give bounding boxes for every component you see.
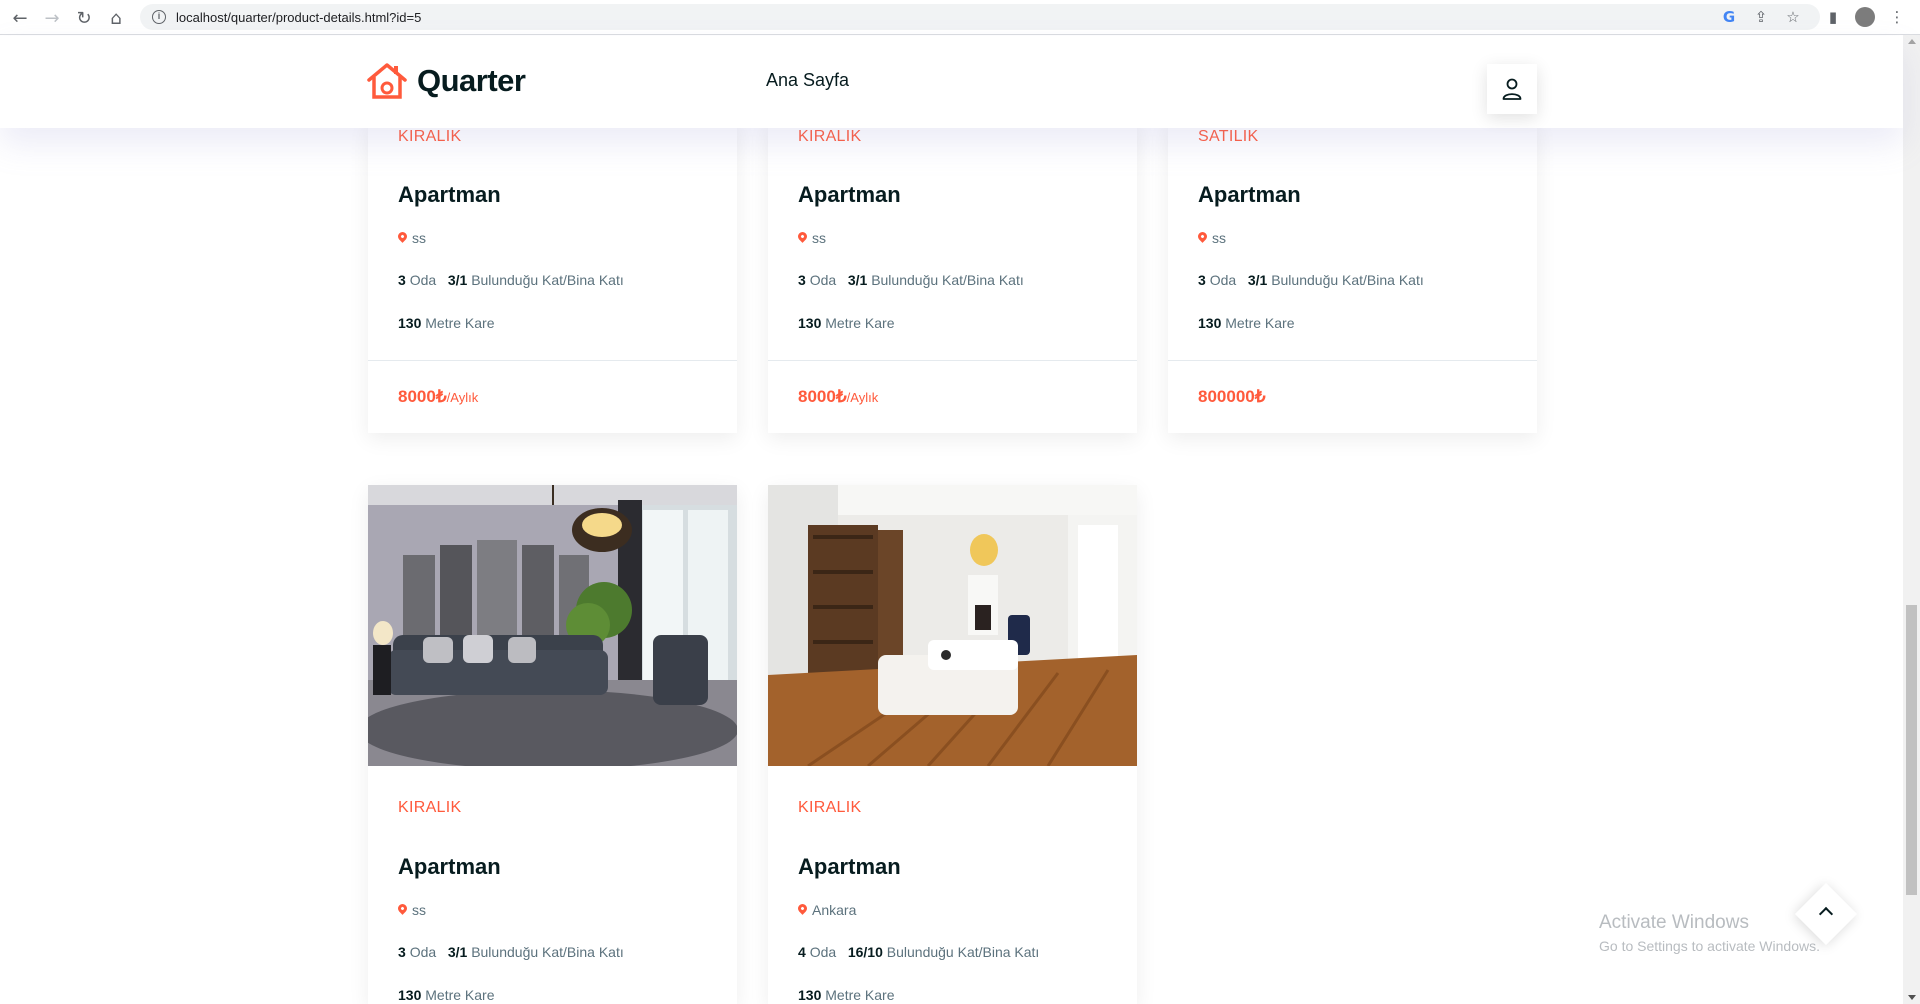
- price: 800000₺: [1198, 387, 1266, 407]
- watermark-subtitle: Go to Settings to activate Windows.: [1599, 938, 1820, 954]
- price-value: 800000₺: [1198, 387, 1266, 406]
- floor-label: Bulunduğu Kat/Bina Katı: [471, 944, 624, 960]
- price: 8000₺/Aylık: [398, 387, 478, 407]
- status-label: SATILIK: [1198, 128, 1259, 145]
- area-label: Metre Kare: [425, 315, 495, 331]
- property-card[interactable]: KIRALIK Apartman Ankara 4 Oda 16/10 Bulu…: [768, 485, 1137, 1004]
- property-title[interactable]: Apartman: [398, 182, 707, 208]
- address-bar[interactable]: i localhost/quarter/product-details.html…: [140, 4, 1820, 30]
- rooms-value: 3: [398, 272, 406, 288]
- status-label: KIRALIK: [798, 128, 862, 145]
- price-suffix: /Aylık: [846, 390, 879, 405]
- chevron-up-icon: [1818, 906, 1834, 922]
- divider: [368, 360, 737, 361]
- area-label: Metre Kare: [425, 987, 495, 1003]
- rooms-label: Oda: [1209, 272, 1237, 288]
- logo[interactable]: Quarter: [366, 62, 526, 100]
- back-icon[interactable]: ←: [8, 6, 32, 30]
- scrollbar-thumb[interactable]: [1906, 605, 1917, 895]
- property-card[interactable]: KIRALIK Apartman ss 3 Oda 3/1 Bulunduğu …: [368, 120, 737, 433]
- rooms-value: 3: [1198, 272, 1206, 288]
- rooms-label: Oda: [809, 272, 837, 288]
- divider: [1168, 360, 1537, 361]
- user-account-button[interactable]: [1487, 64, 1537, 114]
- area-label: Metre Kare: [1225, 315, 1295, 331]
- home-icon[interactable]: ⌂: [104, 6, 128, 30]
- area-label: Metre Kare: [825, 987, 895, 1003]
- area-label: Metre Kare: [825, 315, 895, 331]
- property-card[interactable]: KIRALIK Apartman ss 3 Oda 3/1 Bulunduğu …: [768, 120, 1137, 433]
- rooms-value: 3: [398, 944, 406, 960]
- status-label: KIRALIK: [398, 128, 462, 145]
- rooms-value: 4: [798, 944, 806, 960]
- scroll-up-arrow-icon[interactable]: [1908, 39, 1916, 44]
- forward-icon[interactable]: →: [40, 6, 64, 30]
- location-pin-icon: [396, 901, 409, 915]
- property-card[interactable]: SATILIK Apartman ss 3 Oda 3/1 Bulunduğu …: [1168, 120, 1537, 433]
- divider: [768, 360, 1137, 361]
- rooms-label: Oda: [809, 944, 837, 960]
- floor-value: 3/1: [847, 272, 868, 288]
- property-image-living-room[interactable]: [368, 485, 737, 766]
- side-panel-icon[interactable]: ▮: [1822, 6, 1844, 28]
- windows-activation-watermark: Activate Windows Go to Settings to activ…: [1599, 912, 1820, 954]
- floor-value: 3/1: [1247, 272, 1268, 288]
- location-pin-icon: [796, 229, 809, 243]
- page-scrollbar[interactable]: [1903, 35, 1920, 1004]
- site-header: Quarter Ana Sayfa: [0, 36, 1903, 128]
- price-value: 8000₺: [798, 387, 847, 406]
- reload-icon[interactable]: ↻: [72, 6, 96, 30]
- profile-icon[interactable]: [1854, 6, 1876, 28]
- location-text: Ankara: [812, 902, 857, 918]
- bookmark-star-icon[interactable]: ☆: [1782, 6, 1804, 28]
- site-info-icon[interactable]: i: [152, 10, 166, 24]
- floor-value: 16/10: [847, 944, 883, 960]
- nav-home-link[interactable]: Ana Sayfa: [766, 70, 849, 91]
- property-title[interactable]: Apartman: [798, 854, 1107, 880]
- floor-label: Bulunduğu Kat/Bina Katı: [471, 272, 624, 288]
- browser-toolbar: ← → ↻ ⌂ i localhost/quarter/product-deta…: [0, 0, 1920, 35]
- floor-label: Bulunduğu Kat/Bina Katı: [1271, 272, 1424, 288]
- rooms-value: 3: [798, 272, 806, 288]
- price: 8000₺/Aylık: [798, 387, 878, 407]
- location-text: ss: [812, 230, 826, 246]
- location-pin-icon: [796, 901, 809, 915]
- floor-label: Bulunduğu Kat/Bina Katı: [871, 272, 1024, 288]
- property-title[interactable]: Apartman: [398, 854, 707, 880]
- share-icon[interactable]: ⇪: [1750, 6, 1772, 28]
- area-value: 130: [1198, 315, 1222, 331]
- area-value: 130: [398, 315, 422, 331]
- location-pin-icon: [396, 229, 409, 243]
- user-icon: [1502, 78, 1522, 100]
- house-logo-icon: [367, 63, 407, 99]
- floor-value: 3/1: [447, 272, 468, 288]
- rooms-label: Oda: [409, 272, 437, 288]
- location-text: ss: [1212, 230, 1226, 246]
- floor-value: 3/1: [447, 944, 468, 960]
- location-text: ss: [412, 902, 426, 918]
- property-image-white-living-room[interactable]: [768, 485, 1137, 766]
- status-label: KIRALIK: [798, 799, 862, 816]
- price-value: 8000₺: [398, 387, 447, 406]
- floor-label: Bulunduğu Kat/Bina Katı: [886, 944, 1040, 960]
- location-text: ss: [412, 230, 426, 246]
- area-value: 130: [798, 315, 822, 331]
- property-title[interactable]: Apartman: [798, 182, 1107, 208]
- logo-text: Quarter: [417, 63, 526, 98]
- area-value: 130: [398, 987, 422, 1003]
- area-value: 130: [798, 987, 822, 1003]
- status-label: KIRALIK: [398, 799, 462, 816]
- location-pin-icon: [1196, 229, 1209, 243]
- property-title[interactable]: Apartman: [1198, 182, 1507, 208]
- menu-icon[interactable]: ⋮: [1886, 6, 1908, 28]
- price-suffix: /Aylık: [446, 390, 479, 405]
- scroll-down-arrow-icon[interactable]: [1908, 995, 1916, 1000]
- url-text[interactable]: localhost/quarter/product-details.html?i…: [176, 10, 421, 25]
- rooms-label: Oda: [409, 944, 437, 960]
- watermark-title: Activate Windows: [1599, 912, 1749, 933]
- google-lens-icon[interactable]: G: [1718, 6, 1740, 28]
- property-card[interactable]: KIRALIK Apartman ss 3 Oda 3/1 Bulunduğu …: [368, 485, 737, 1004]
